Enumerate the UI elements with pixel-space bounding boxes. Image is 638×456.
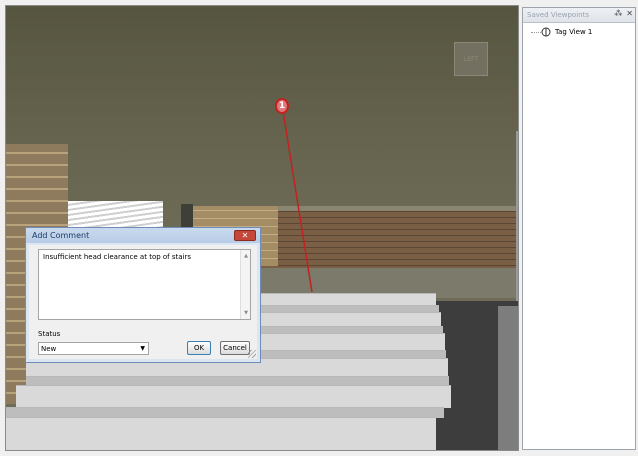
- chevron-down-icon: ▼: [140, 345, 145, 352]
- status-label: Status: [38, 330, 61, 338]
- dialog-body: Insufficient head clearance at top of st…: [29, 245, 257, 359]
- tree-connector: [531, 32, 541, 33]
- scroll-up-icon[interactable]: ▲: [242, 252, 250, 260]
- cancel-button[interactable]: Cancel: [220, 341, 250, 355]
- scroll-down-icon[interactable]: ▼: [242, 309, 250, 317]
- close-icon: ✕: [241, 231, 249, 240]
- viewpoint-item[interactable]: Tag View 1: [541, 27, 592, 37]
- tag-marker[interactable]: 1: [275, 98, 289, 114]
- panel-titlebar[interactable]: Saved Viewpoints ⁂ ✕: [523, 8, 635, 23]
- add-comment-dialog: Add Comment ✕ Insufficient head clearanc…: [25, 227, 261, 363]
- resize-grip-icon[interactable]: [248, 350, 256, 358]
- status-value: New: [41, 344, 57, 353]
- close-icon[interactable]: ✕: [626, 9, 633, 18]
- panel-title: Saved Viewpoints: [527, 11, 589, 19]
- viewpoint-item-label: Tag View 1: [555, 28, 593, 36]
- viewpoint-icon: [541, 27, 551, 37]
- dialog-title: Add Comment: [32, 231, 90, 240]
- ok-button[interactable]: OK: [187, 341, 211, 355]
- ok-button-label: OK: [193, 344, 205, 352]
- status-dropdown[interactable]: New ▼: [38, 342, 149, 355]
- comment-textarea[interactable]: Insufficient head clearance at top of st…: [38, 249, 251, 320]
- comment-text: Insufficient head clearance at top of st…: [43, 253, 192, 261]
- close-button[interactable]: ✕: [234, 230, 256, 241]
- pin-icon[interactable]: ⁂: [614, 9, 622, 18]
- saved-viewpoints-panel: Saved Viewpoints ⁂ ✕ Tag View 1: [522, 7, 636, 450]
- comment-scrollbar[interactable]: ▲ ▼: [240, 250, 250, 319]
- tag-number: 1: [278, 101, 286, 111]
- cancel-button-label: Cancel: [223, 344, 247, 352]
- dialog-titlebar[interactable]: Add Comment ✕: [26, 228, 260, 243]
